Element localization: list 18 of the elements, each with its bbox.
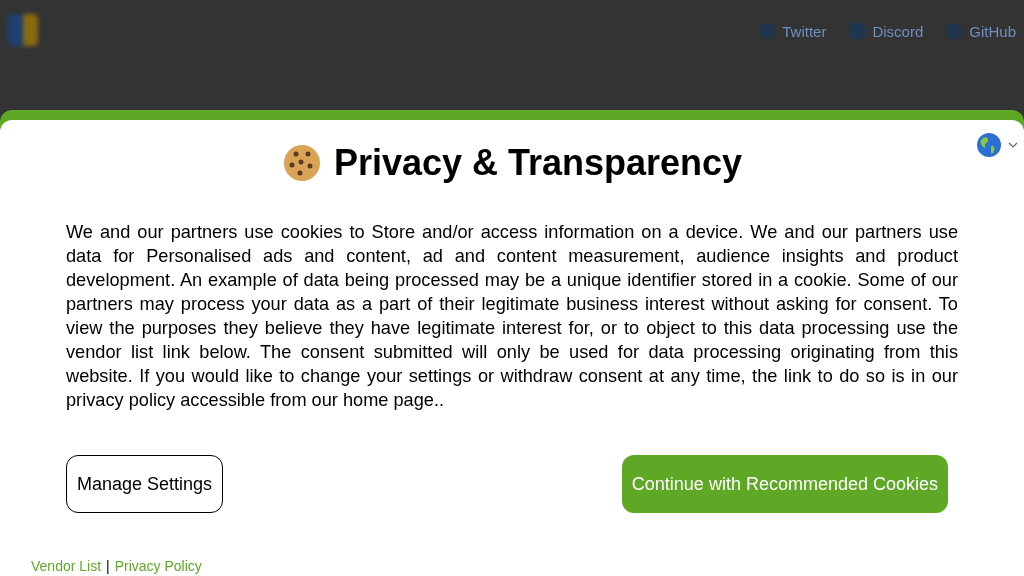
globe-icon bbox=[976, 132, 1002, 158]
nav-link[interactable]: Twitter bbox=[758, 22, 827, 40]
language-button[interactable] bbox=[976, 132, 1018, 158]
nav-link[interactable]: Discord bbox=[848, 22, 924, 40]
caret-icon bbox=[1008, 141, 1018, 149]
circle-icon bbox=[758, 22, 777, 40]
dialog-title: Privacy & Transparency bbox=[333, 142, 743, 184]
logo-icon bbox=[8, 14, 38, 46]
chat-icon bbox=[848, 22, 867, 40]
nav-link[interactable]: GitHub bbox=[945, 22, 1016, 40]
cookie-icon bbox=[281, 143, 322, 183]
footer-link[interactable]: Vendor List bbox=[31, 558, 102, 574]
separator: | bbox=[106, 558, 110, 574]
footer-link[interactable]: Privacy Policy bbox=[114, 558, 202, 574]
settings-button[interactable]: Manage Settings bbox=[66, 455, 224, 513]
circle-icon bbox=[945, 22, 964, 40]
consent-text: We and our partners use cookies to Store and/or access information on a device. We and our partners use data for Personalised ads and content, ad and content measurement, audience insights and product development. An example of data being processed may be a unique identifier stored in a cookie. Some of our partners may process your data as a part of their legitimate business interest without asking for consent. To view the purposes they believe they have legitimate interest for, or to object to this data processing use the vendor list link below. The consent submitted will only be used for data processing originating from this website. If you would like to change your settings or withdraw consent at any time, the link to do so is in our privacy policy accessible from our home page.. bbox=[66, 221, 958, 412]
accept-button[interactable]: Continue with Recommended Cookies bbox=[621, 455, 948, 513]
